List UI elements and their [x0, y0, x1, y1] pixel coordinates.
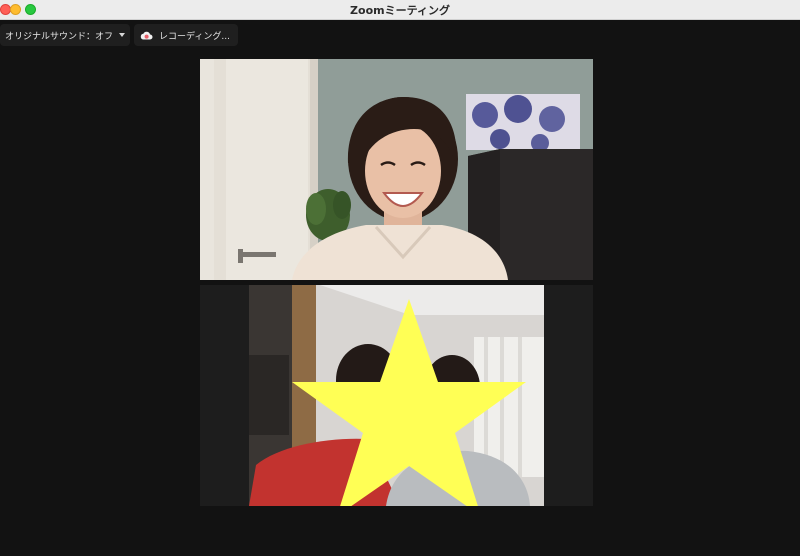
chevron-down-icon[interactable] [119, 33, 125, 37]
participant-video-tile-2[interactable] [200, 285, 593, 506]
title-bar: Zoomミーティング [0, 0, 800, 20]
recording-status-button[interactable]: レコーディング... [134, 24, 238, 46]
participant-video-tile-1[interactable] [200, 59, 593, 280]
cloud-record-icon [140, 29, 153, 42]
original-sound-toggle[interactable]: オリジナルサウンド：オフ [0, 24, 130, 46]
recording-label: レコーディング... [159, 31, 230, 42]
star-overlay-covered-video [200, 285, 593, 506]
window-title: Zoomミーティング [350, 4, 450, 17]
person-video-feed [200, 59, 593, 280]
original-sound-label: オリジナルサウンド：オフ [5, 31, 114, 42]
